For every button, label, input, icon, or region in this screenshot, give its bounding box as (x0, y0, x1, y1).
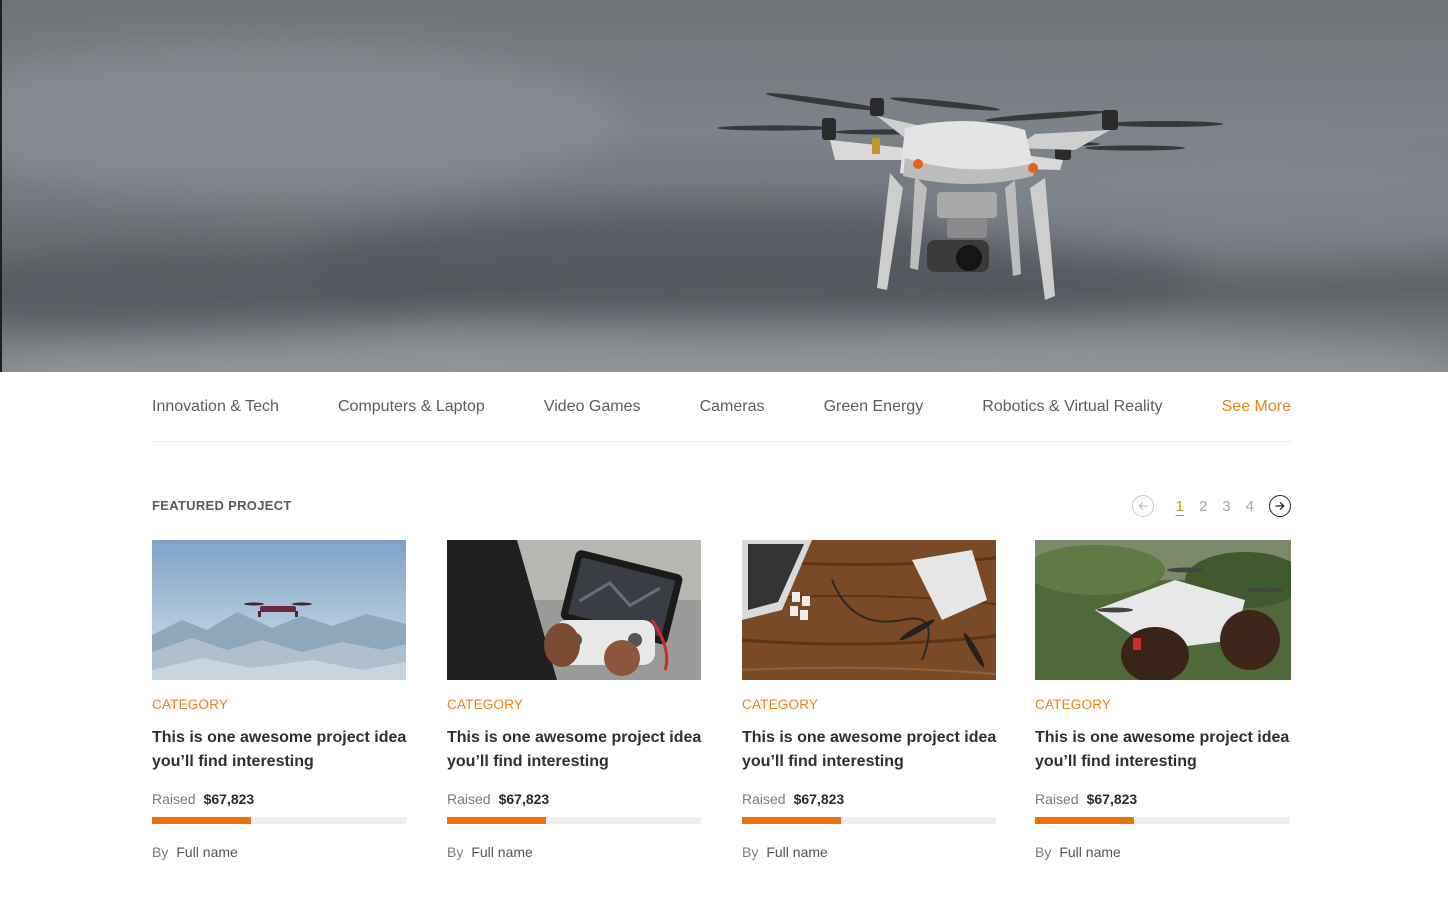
project-title[interactable]: This is one awesome project idea you’ll … (1035, 726, 1291, 774)
project-category[interactable]: CATEGORY (1035, 697, 1291, 712)
page-3[interactable]: 3 (1222, 498, 1230, 515)
arrow-left-icon[interactable] (1131, 495, 1154, 517)
raised-amount: $67,823 (1086, 791, 1138, 807)
by-label: By (742, 844, 759, 860)
category-link-computers-laptop[interactable]: Computers & Laptop (338, 398, 485, 416)
category-nav: Innovation & Tech Computers & Laptop Vid… (152, 372, 1291, 442)
author-name[interactable]: Full name (471, 844, 532, 860)
progress-bar (447, 817, 701, 824)
author-row: By Full name (447, 844, 703, 860)
raised-amount: $67,823 (203, 791, 255, 807)
pagination: 1 2 3 4 (1131, 494, 1291, 518)
project-card[interactable]: CATEGORY This is one awesome project ide… (1035, 540, 1291, 860)
by-label: By (1035, 844, 1052, 860)
raised-label: Raised (742, 791, 786, 807)
project-image-drone-controller-tablet[interactable] (447, 540, 703, 680)
raised-label: Raised (1035, 791, 1079, 807)
hero-drone-image (717, 93, 1223, 300)
project-category[interactable]: CATEGORY (447, 697, 703, 712)
raised-amount: $67,823 (498, 791, 550, 807)
project-card[interactable]: CATEGORY This is one awesome project ide… (447, 540, 703, 860)
author-row: By Full name (742, 844, 998, 860)
category-link-robotics-vr[interactable]: Robotics & Virtual Reality (982, 398, 1162, 416)
project-title[interactable]: This is one awesome project idea you’ll … (742, 726, 998, 774)
raised-row: Raised $67,823 (152, 791, 408, 807)
progress-bar (152, 817, 406, 824)
arrow-right-icon[interactable] (1269, 495, 1291, 517)
project-title[interactable]: This is one awesome project idea you’ll … (447, 726, 703, 774)
page-2[interactable]: 2 (1199, 498, 1207, 515)
project-card[interactable]: CATEGORY This is one awesome project ide… (742, 540, 998, 860)
raised-label: Raised (152, 791, 196, 807)
project-category[interactable]: CATEGORY (152, 697, 408, 712)
author-name[interactable]: Full name (766, 844, 827, 860)
raised-label: Raised (447, 791, 491, 807)
progress-bar (742, 817, 996, 824)
see-more-link[interactable]: See More (1222, 398, 1291, 416)
page-1[interactable]: 1 (1176, 498, 1184, 515)
category-link-video-games[interactable]: Video Games (544, 398, 641, 416)
page-4[interactable]: 4 (1246, 498, 1254, 515)
hero-banner (0, 0, 1448, 372)
project-category[interactable]: CATEGORY (742, 697, 998, 712)
raised-row: Raised $67,823 (447, 791, 703, 807)
by-label: By (447, 844, 464, 860)
raised-row: Raised $67,823 (742, 791, 998, 807)
author-name[interactable]: Full name (1059, 844, 1120, 860)
project-image-drone-laptop-on-wood[interactable] (742, 540, 998, 680)
project-image-hands-holding-drone[interactable] (1035, 540, 1291, 680)
author-row: By Full name (1035, 844, 1291, 860)
progress-bar (1035, 817, 1289, 824)
author-name[interactable]: Full name (176, 844, 237, 860)
project-card[interactable]: CATEGORY This is one awesome project ide… (152, 540, 408, 860)
project-image-drone-over-mountains[interactable] (152, 540, 408, 680)
author-row: By Full name (152, 844, 408, 860)
section-title: FEATURED PROJECT (152, 498, 292, 513)
raised-amount: $67,823 (793, 791, 845, 807)
category-link-cameras[interactable]: Cameras (700, 398, 765, 416)
project-title[interactable]: This is one awesome project idea you’ll … (152, 726, 408, 774)
category-link-innovation-tech[interactable]: Innovation & Tech (152, 398, 279, 416)
raised-row: Raised $67,823 (1035, 791, 1291, 807)
by-label: By (152, 844, 169, 860)
category-link-green-energy[interactable]: Green Energy (824, 398, 924, 416)
